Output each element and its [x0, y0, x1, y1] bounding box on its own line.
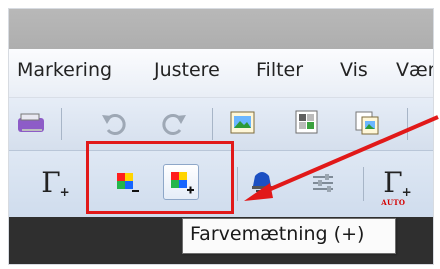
- tooltip: Farvemætning (+): [182, 218, 396, 254]
- toolbar-separator: [407, 108, 408, 140]
- menu-bar: Markering Justere Filter Vis Værk: [9, 49, 433, 98]
- image-grid-icon: [295, 110, 318, 134]
- image-button-3[interactable]: [349, 105, 385, 141]
- menu-vaerk[interactable]: Værk: [396, 59, 433, 81]
- toolbar-separator: [212, 108, 213, 140]
- toolbar-separator: [61, 108, 62, 140]
- gamma-auto-button[interactable]: Γ + AUTO: [375, 165, 412, 207]
- lamp-icon: [252, 172, 272, 192]
- redo-icon: [162, 114, 186, 135]
- undo-button[interactable]: [96, 105, 132, 141]
- copy-image-icon: [355, 111, 379, 135]
- levels-button[interactable]: [305, 165, 341, 201]
- gamma-icon: Γ +: [41, 166, 70, 199]
- gamma-plus-button[interactable]: Γ +: [33, 165, 69, 201]
- undo-icon: [102, 114, 126, 135]
- image-button-2[interactable]: [289, 105, 325, 141]
- menu-vis[interactable]: Vis: [340, 59, 368, 81]
- toolbar-separator: [363, 167, 364, 201]
- menu-justere[interactable]: Justere: [154, 59, 220, 81]
- highlight-box: [86, 141, 234, 214]
- menu-filter[interactable]: Filter: [256, 59, 303, 81]
- brightness-button[interactable]: [244, 165, 280, 201]
- redo-button[interactable]: [156, 105, 192, 141]
- menu-markering[interactable]: Markering: [17, 59, 112, 81]
- scanner-icon: [18, 113, 44, 132]
- image-button-1[interactable]: [225, 105, 261, 141]
- image-icon: [230, 111, 255, 134]
- scan-button[interactable]: [13, 105, 49, 141]
- sliders-icon: [313, 174, 333, 192]
- tooltip-text: Farvemætning (+): [190, 223, 365, 245]
- title-bar: [9, 9, 433, 49]
- toolbar-separator: [237, 167, 238, 201]
- gamma-auto-icon: Γ + AUTO: [381, 166, 412, 207]
